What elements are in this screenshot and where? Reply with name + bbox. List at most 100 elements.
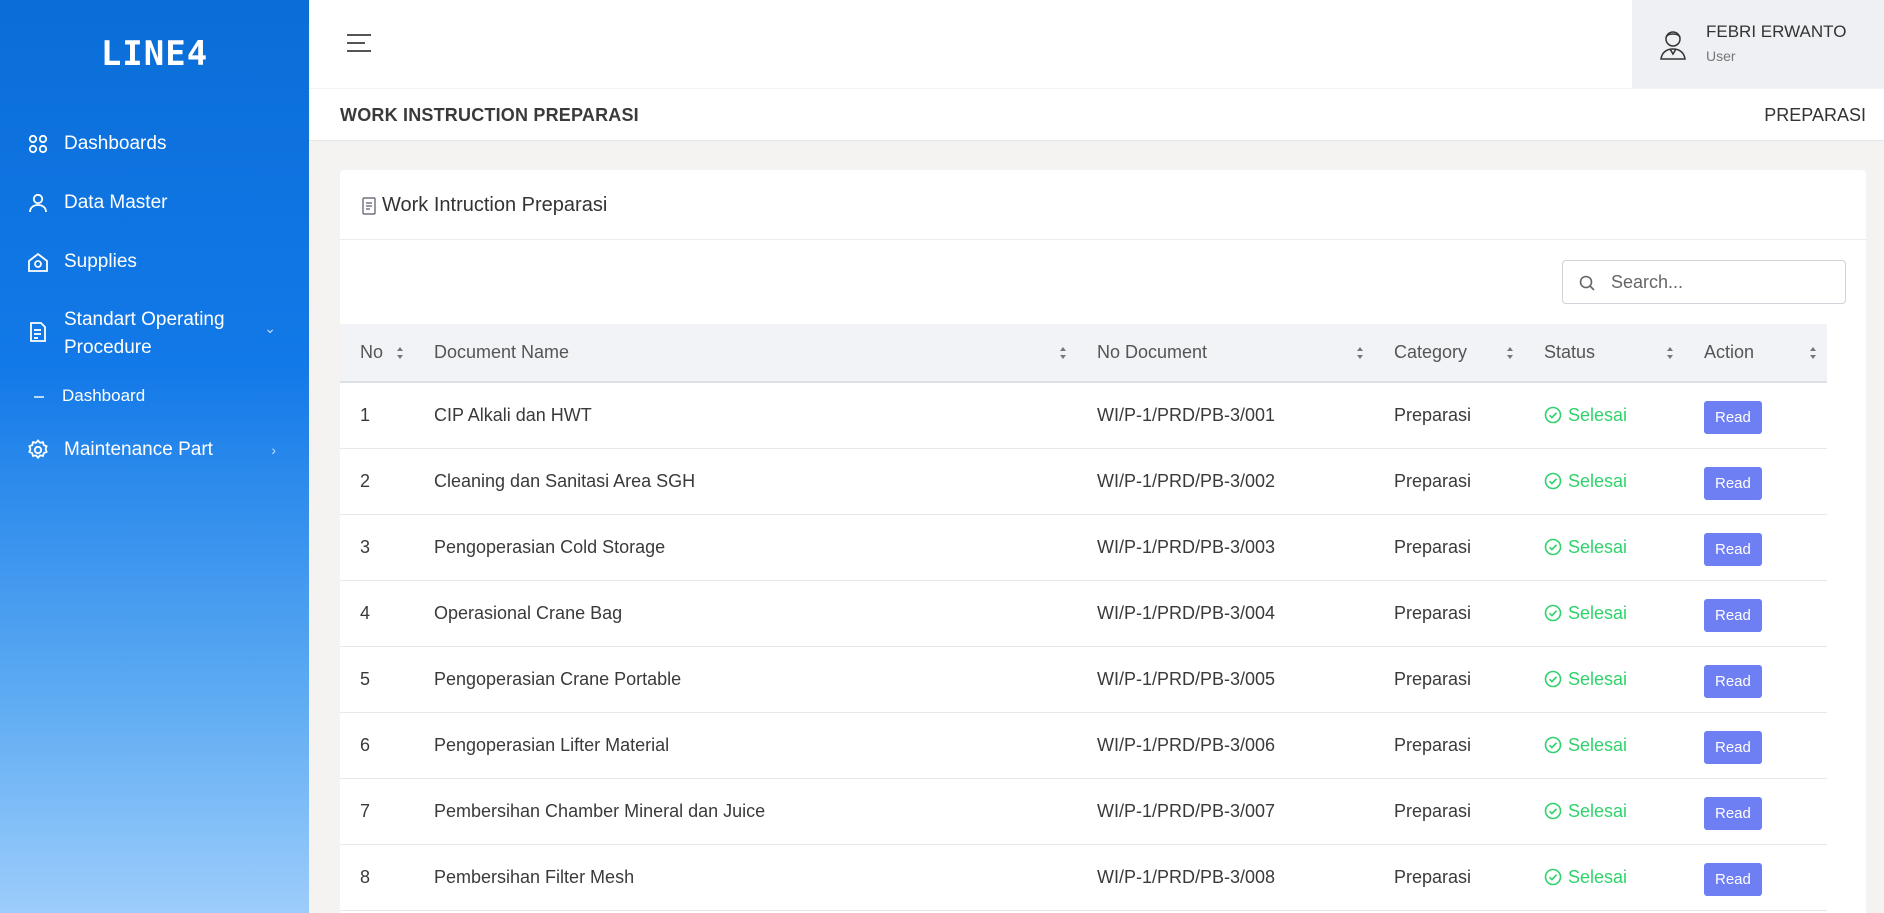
search-input[interactable]	[1611, 261, 1837, 303]
status-text: Selesai	[1568, 800, 1628, 821]
cell-no-document: WI/P-1/PRD/PB-3/005	[1097, 668, 1276, 689]
cell-action: Read	[1684, 778, 1827, 844]
cell-action: Read	[1684, 844, 1827, 910]
cell-no-document: WI/P-1/PRD/PB-3/001	[1097, 404, 1276, 425]
cell-category: Preparasi	[1394, 536, 1472, 557]
sidebar: LINE4 Dashboards Data Master Supplies St…	[0, 0, 309, 913]
column-header-category[interactable]: Category	[1374, 324, 1524, 382]
cell-document-name: Pembersihan Filter Mesh	[434, 866, 635, 887]
read-button[interactable]: Read	[1704, 466, 1762, 500]
status-text: Selesai	[1568, 404, 1628, 425]
column-header-no[interactable]: No	[340, 324, 414, 382]
column-header-no-document[interactable]: No Document	[1077, 324, 1374, 382]
cell-no-document: WI/P-1/PRD/PB-3/007	[1097, 800, 1276, 821]
avatar-icon	[1660, 31, 1686, 60]
cell-status: Selesai	[1524, 580, 1684, 646]
cell-no: 4	[360, 602, 371, 623]
cell-no-document: WI/P-1/PRD/PB-3/002	[1097, 470, 1276, 491]
cell-document-name: Cleaning dan Sanitasi Area SGH	[434, 470, 696, 491]
status-badge: Selesai	[1544, 405, 1684, 426]
cell-category: Preparasi	[1394, 470, 1472, 491]
sidebar-item-label: Dashboards	[64, 133, 167, 154]
cell-action: Read	[1684, 448, 1827, 514]
sidebar-item-label: Supplies	[64, 251, 137, 272]
check-circle-icon	[1544, 868, 1562, 886]
table-row: 6 Pengoperasian Lifter Material WI/P-1/PRD…	[340, 712, 1827, 778]
cell-action: Read	[1684, 382, 1827, 448]
read-button[interactable]: Read	[1704, 598, 1762, 632]
cell-no: 6	[360, 734, 371, 755]
sort-icon	[1667, 347, 1673, 359]
cell-status: Selesai	[1524, 514, 1684, 580]
table-row: 3 Pengoperasian Cold Storage WI/P-1/PRD/PB…	[340, 514, 1827, 580]
status-text: Selesai	[1568, 470, 1628, 491]
table-row: 1 CIP Alkali dan HWT WI/P-1/PRD/PB-3/001 Pr…	[340, 382, 1827, 448]
column-header-action[interactable]: Action	[1684, 324, 1827, 382]
read-button[interactable]: Read	[1704, 730, 1762, 764]
sidebar-item-label: Standart Operating Procedure	[64, 309, 225, 358]
check-circle-icon	[1544, 472, 1562, 490]
cell-no: 8	[360, 866, 371, 887]
cell-no: 2	[360, 470, 371, 491]
read-button[interactable]: Read	[1704, 532, 1762, 566]
column-header-document-name[interactable]: Document Name	[414, 324, 1077, 382]
grid-icon	[28, 134, 48, 154]
cell-status: Selesai	[1524, 448, 1684, 514]
status-badge: Selesai	[1544, 867, 1684, 888]
cell-status: Selesai	[1524, 382, 1684, 448]
app-logo[interactable]: LINE4	[0, 34, 309, 74]
document-icon	[30, 322, 46, 342]
status-text: Selesai	[1568, 602, 1628, 623]
read-button[interactable]: Read	[1704, 796, 1762, 830]
cell-document-name: Pengoperasian Crane Portable	[434, 668, 682, 689]
table-row: 4 Operasional Crane Bag WI/P-1/PRD/PB-3/00…	[340, 580, 1827, 646]
status-badge: Selesai	[1544, 669, 1684, 690]
check-circle-icon	[1544, 670, 1562, 688]
card-title: Work Intruction Preparasi	[362, 194, 607, 217]
cell-document-name: CIP Alkali dan HWT	[434, 404, 592, 425]
user-icon	[29, 193, 47, 213]
table-body: 1 CIP Alkali dan HWT WI/P-1/PRD/PB-3/001 Pr…	[340, 382, 1827, 910]
cell-no-document: WI/P-1/PRD/PB-3/003	[1097, 536, 1276, 557]
status-text: Selesai	[1568, 536, 1628, 557]
cell-action: Read	[1684, 580, 1827, 646]
sort-icon	[1810, 347, 1816, 359]
cell-category: Preparasi	[1394, 404, 1472, 425]
page-title: WORK INSTRUCTION PREPARASI	[340, 105, 639, 125]
gear-icon	[28, 439, 48, 460]
document-icon	[362, 196, 376, 215]
sidebar-item-supplies[interactable]: Supplies	[26, 250, 296, 274]
sidebar-item-dashboards[interactable]: Dashboards	[26, 132, 296, 156]
read-button[interactable]: Read	[1704, 664, 1762, 698]
cell-category: Preparasi	[1394, 866, 1472, 887]
cell-category: Preparasi	[1394, 734, 1472, 755]
cell-category: Preparasi	[1394, 800, 1472, 821]
read-button[interactable]: Read	[1704, 400, 1762, 434]
search-field[interactable]	[1562, 260, 1846, 304]
status-text: Selesai	[1568, 734, 1628, 755]
search-icon	[1579, 275, 1595, 291]
status-badge: Selesai	[1544, 603, 1684, 624]
status-badge: Selesai	[1544, 801, 1684, 822]
status-badge: Selesai	[1544, 537, 1684, 558]
chevron-right-icon: ›	[271, 442, 276, 458]
table-row: 5 Pengoperasian Crane Portable WI/P-1/PRD/…	[340, 646, 1827, 712]
column-header-status[interactable]: Status	[1524, 324, 1684, 382]
user-menu[interactable]: FEBRI ERWANTO User	[1632, 0, 1884, 88]
check-circle-icon	[1544, 538, 1562, 556]
sidebar-subitem-dashboard[interactable]: Dashboard	[62, 386, 145, 406]
cell-document-name: Pengoperasian Lifter Material	[434, 734, 670, 755]
read-button[interactable]: Read	[1704, 862, 1762, 896]
sidebar-item-sop[interactable]: Standart Operating Procedure ⌄	[26, 306, 296, 362]
sidebar-item-data-master[interactable]: Data Master	[26, 191, 296, 215]
breadcrumb[interactable]: PREPARASI	[1764, 105, 1866, 126]
cell-status: Selesai	[1524, 844, 1684, 910]
table-row: 8 Pembersihan Filter Mesh WI/P-1/PRD/PB-3/…	[340, 844, 1827, 910]
sidebar-item-maintenance-part[interactable]: Maintenance Part ›	[26, 438, 296, 462]
cell-no: 7	[360, 800, 371, 821]
table-row: 7 Pembersihan Chamber Mineral dan Juice WI…	[340, 778, 1827, 844]
cell-action: Read	[1684, 712, 1827, 778]
card-title-text: Work Intruction Preparasi	[382, 194, 608, 216]
sort-icon	[397, 347, 403, 359]
menu-toggle-icon[interactable]	[345, 32, 373, 54]
